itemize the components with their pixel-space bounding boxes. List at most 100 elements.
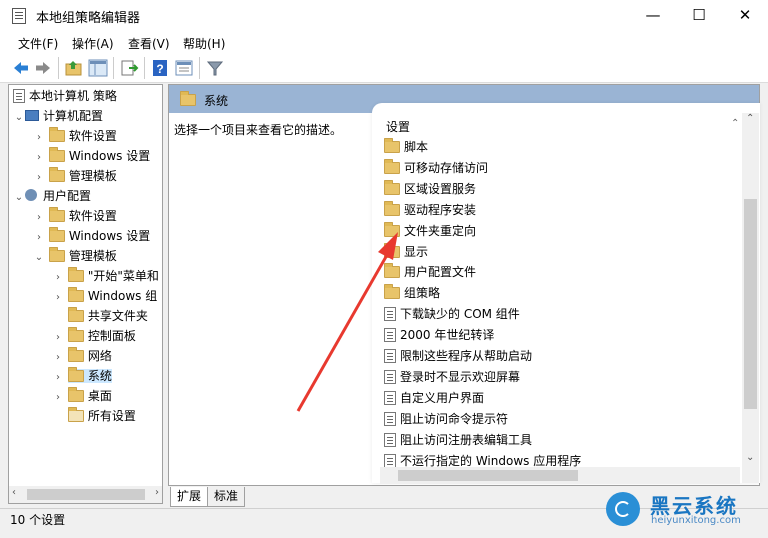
scroll-left-icon[interactable]: ‹ (12, 487, 16, 498)
folder-icon (67, 367, 84, 382)
all-settings-icon (67, 407, 84, 422)
show-hide-tree-icon[interactable] (88, 58, 108, 78)
menu-view[interactable]: 查看(V) (128, 35, 170, 52)
filter-icon[interactable] (205, 58, 225, 78)
folder-icon (67, 347, 84, 362)
chevron-down-icon[interactable]: ⌄ (33, 248, 45, 268)
chevron-right-icon[interactable]: › (33, 228, 45, 248)
list-setting-item[interactable]: 2000 年世纪转译 (384, 325, 494, 345)
list-folder-item[interactable]: 区域设置服务 (384, 179, 476, 199)
tree-windows-components[interactable]: › Windows 组 (52, 286, 157, 306)
scroll-up-icon[interactable]: ⌃ (746, 113, 754, 124)
chevron-right-icon[interactable]: › (52, 368, 64, 388)
chevron-right-icon[interactable]: › (52, 348, 64, 368)
tree-shared-folders[interactable]: 共享文件夹 (52, 306, 148, 326)
list-item-label: 阻止访问注册表编辑工具 (400, 433, 533, 447)
list-item-label: 脚本 (404, 140, 429, 154)
menu-bar (0, 31, 768, 53)
chevron-right-icon[interactable]: › (52, 328, 64, 348)
folder-icon (67, 267, 84, 282)
list-item-label: 驱动程序安装 (404, 203, 477, 217)
tab-extended[interactable]: 扩展 (170, 487, 209, 507)
up-folder-icon[interactable] (64, 58, 84, 78)
export-list-icon[interactable] (119, 58, 139, 78)
toolbar (0, 53, 768, 83)
policy-setting-icon (384, 412, 396, 426)
tree-u-software[interactable]: › 软件设置 (33, 206, 117, 226)
tree-c-templates[interactable]: › 管理模板 (33, 166, 117, 186)
folder-icon (48, 207, 65, 222)
tree-control-panel[interactable]: › 控制面板 (52, 326, 136, 346)
tree-network[interactable]: › 网络 (52, 346, 112, 366)
folder-icon (48, 247, 65, 262)
list-item-label: 限制这些程序从帮助启动 (400, 349, 533, 363)
tree-u-windows[interactable]: › Windows 设置 (33, 226, 150, 246)
list-setting-item[interactable]: 限制这些程序从帮助启动 (384, 346, 532, 366)
tree-computer-config[interactable]: ⌄ 计算机配置 (13, 106, 103, 126)
properties-icon[interactable] (174, 58, 194, 78)
tree-system[interactable]: › 系统 (52, 366, 112, 386)
list-item-label: 区域设置服务 (404, 182, 477, 196)
tree-c-software[interactable]: › 软件设置 (33, 126, 117, 146)
details-header-title: 系统 (204, 94, 229, 108)
chevron-down-icon[interactable]: ⌄ (13, 188, 25, 208)
list-folder-item[interactable]: 组策略 (384, 283, 440, 303)
list-folder-item[interactable]: 文件夹重定向 (384, 221, 476, 241)
chevron-right-icon[interactable]: › (33, 128, 45, 148)
list-folder-item[interactable]: 脚本 (384, 137, 428, 157)
folder-icon (384, 180, 400, 195)
close-button[interactable]: ✕ (722, 0, 768, 31)
toolbar-separator (113, 57, 114, 79)
menu-help[interactable]: 帮助(H) (183, 35, 225, 52)
chevron-right-icon[interactable]: › (52, 388, 64, 408)
tree-horizontal-scrollbar[interactable]: ‹ › (9, 486, 162, 503)
folder-icon (384, 284, 400, 299)
list-setting-item[interactable]: 下载缺少的 COM 组件 (384, 304, 520, 324)
scroll-right-icon[interactable]: › (155, 487, 159, 498)
scroll-down-icon[interactable]: ⌄ (746, 452, 754, 463)
help-icon[interactable]: ? (150, 58, 170, 78)
tree-all-settings[interactable]: 所有设置 (52, 406, 136, 426)
chevron-down-icon[interactable]: ⌄ (13, 108, 25, 128)
policy-setting-icon (384, 349, 396, 363)
horizontal-scroll-thumb[interactable] (398, 470, 578, 481)
list-folder-item[interactable]: 驱动程序安装 (384, 200, 476, 220)
list-folder-item[interactable]: 用户配置文件 (384, 262, 476, 282)
list-setting-item[interactable]: 登录时不显示欢迎屏幕 (384, 367, 520, 387)
scroll-thumb[interactable] (27, 489, 145, 500)
menu-file[interactable]: 文件(F) (18, 35, 58, 52)
tree-root[interactable]: 本地计算机 策略 (13, 86, 117, 106)
menu-action[interactable]: 操作(A) (72, 35, 114, 52)
tree-start-menu[interactable]: › "开始"菜单和 (52, 266, 159, 286)
chevron-right-icon[interactable]: › (52, 288, 64, 308)
list-folder-item[interactable]: 显示 (384, 242, 428, 262)
forward-arrow-icon[interactable] (33, 58, 53, 78)
tab-standard[interactable]: 标准 (207, 487, 246, 507)
window-title: 本地组策略编辑器 (36, 11, 141, 26)
chevron-right-icon[interactable]: › (33, 148, 45, 168)
chevron-right-icon[interactable]: › (33, 208, 45, 228)
tree-desktop[interactable]: › 桌面 (52, 386, 112, 406)
maximize-button[interactable]: ☐ (676, 0, 722, 31)
tree-u-templates[interactable]: ⌄ 管理模板 (33, 246, 117, 266)
list-setting-item[interactable]: 阻止访问注册表编辑工具 (384, 430, 532, 450)
column-header-setting[interactable]: 设置 (386, 118, 410, 135)
minimize-button[interactable]: — (630, 0, 676, 31)
description-text: 选择一个项目来查看它的描述。 (174, 123, 343, 137)
policy-setting-icon (384, 391, 396, 405)
folder-icon (384, 222, 400, 237)
list-setting-item[interactable]: 自定义用户界面 (384, 388, 484, 408)
watermark-logo-icon (606, 492, 640, 526)
vertical-scroll-thumb[interactable] (744, 199, 757, 409)
toolbar-separator (144, 57, 145, 79)
list-setting-item[interactable]: 阻止访问命令提示符 (384, 409, 508, 429)
list-folder-item[interactable]: 可移动存储访问 (384, 158, 488, 178)
chevron-right-icon[interactable]: › (33, 168, 45, 188)
chevron-right-icon[interactable]: › (52, 268, 64, 288)
sort-up-icon: ⌃ (731, 118, 740, 129)
status-text: 10 个设置 (10, 513, 66, 527)
back-arrow-icon[interactable] (11, 58, 31, 78)
folder-icon (384, 263, 400, 278)
tree-c-windows[interactable]: › Windows 设置 (33, 146, 150, 166)
tree-user-config[interactable]: ⌄ 用户配置 (13, 186, 91, 206)
